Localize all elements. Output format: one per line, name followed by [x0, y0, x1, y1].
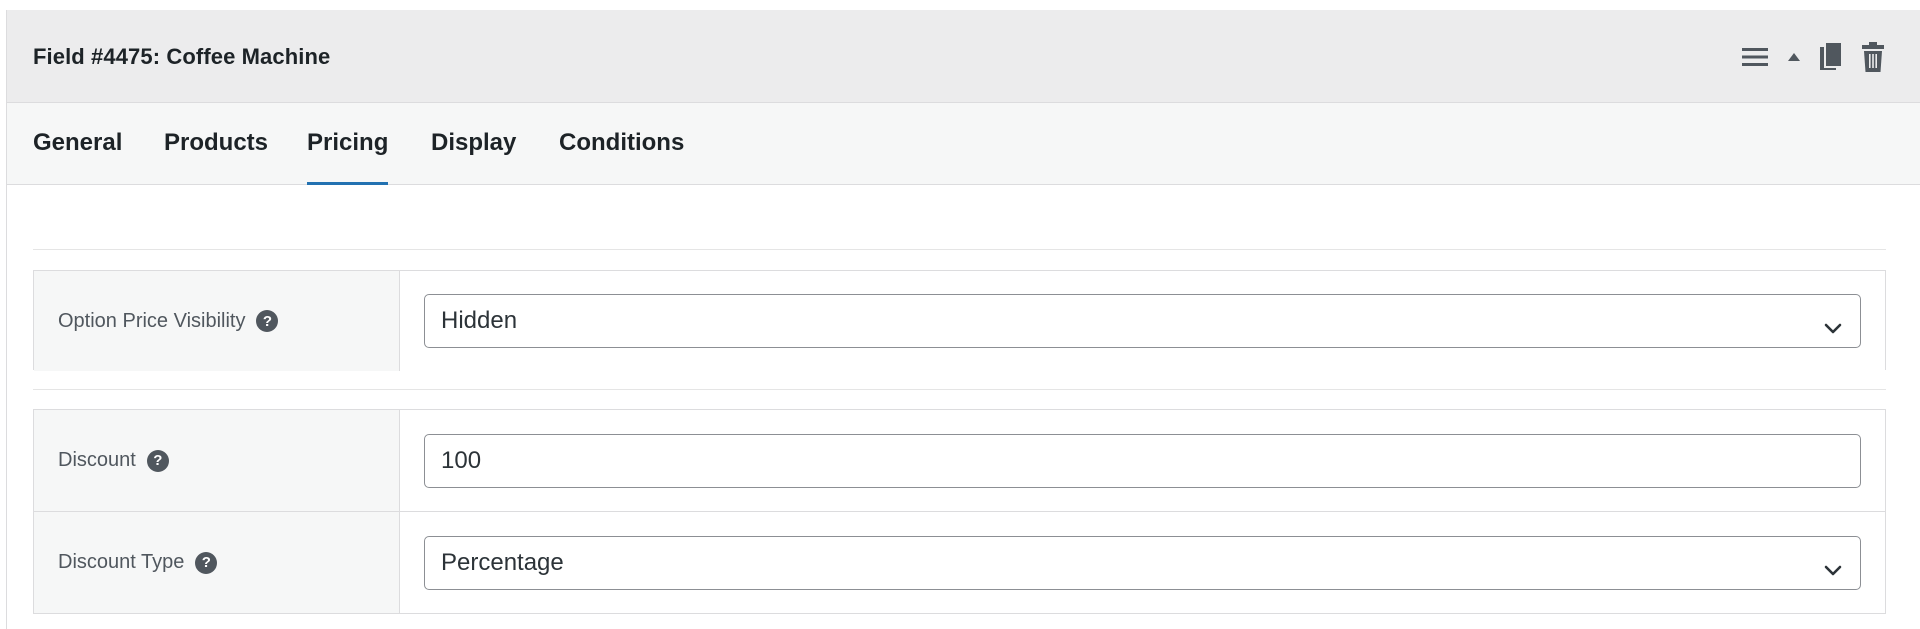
help-icon[interactable]: ? [146, 449, 169, 472]
discount-type-label-text: Discount Type [58, 551, 185, 573]
price-visibility-table: Option Price Visibility ? Hidden [33, 270, 1886, 371]
tab-bar: General Products Pricing Display Conditi… [7, 103, 1920, 185]
field-panel: Field #4475: Coffee Machine General Prod… [6, 10, 1920, 629]
price-visibility-label-text: Option Price Visibility [58, 309, 246, 332]
price-visibility-select[interactable]: Hidden [424, 294, 1861, 348]
field-header: Field #4475: Coffee Machine [7, 10, 1920, 103]
tab-pricing[interactable]: Pricing [307, 103, 389, 185]
discount-label-text: Discount [58, 449, 136, 471]
menu-icon[interactable] [1742, 48, 1768, 66]
price-visibility-row: Option Price Visibility ? Hidden [34, 271, 1885, 371]
discount-type-field: Percentage [400, 512, 1885, 613]
price-visibility-label: Option Price Visibility ? [34, 271, 400, 371]
price-visibility-field: Hidden [400, 271, 1885, 371]
duplicate-icon[interactable] [1820, 42, 1842, 72]
discount-input[interactable]: 100 [424, 433, 1861, 488]
discount-type-row: Discount Type ? Percentage [34, 512, 1885, 613]
discount-table: Discount ? 100 Discount Type ? Percentag… [33, 409, 1886, 614]
trash-icon[interactable] [1862, 42, 1884, 72]
tab-general[interactable]: General [33, 103, 122, 185]
discount-row: Discount ? 100 [34, 410, 1885, 512]
chevron-down-icon [1824, 313, 1842, 341]
help-icon[interactable]: ? [256, 310, 279, 332]
header-actions [1742, 40, 1884, 74]
section-divider [33, 249, 1886, 250]
section-divider [33, 389, 1886, 390]
discount-input-value: 100 [441, 446, 482, 474]
discount-field: 100 [400, 410, 1885, 511]
collapse-arrow-icon[interactable] [1788, 53, 1800, 61]
price-visibility-selected-value: Hidden [441, 307, 518, 334]
discount-label: Discount ? [34, 410, 400, 511]
field-title: Field #4475: Coffee Machine [33, 44, 331, 69]
tab-conditions[interactable]: Conditions [559, 103, 684, 185]
tab-display[interactable]: Display [431, 103, 516, 185]
chevron-down-icon [1824, 555, 1842, 583]
tab-products[interactable]: Products [164, 103, 268, 185]
help-icon[interactable]: ? [195, 551, 218, 574]
discount-type-selected-value: Percentage [441, 548, 564, 576]
discount-type-label: Discount Type ? [34, 512, 400, 613]
discount-type-select[interactable]: Percentage [424, 535, 1861, 590]
